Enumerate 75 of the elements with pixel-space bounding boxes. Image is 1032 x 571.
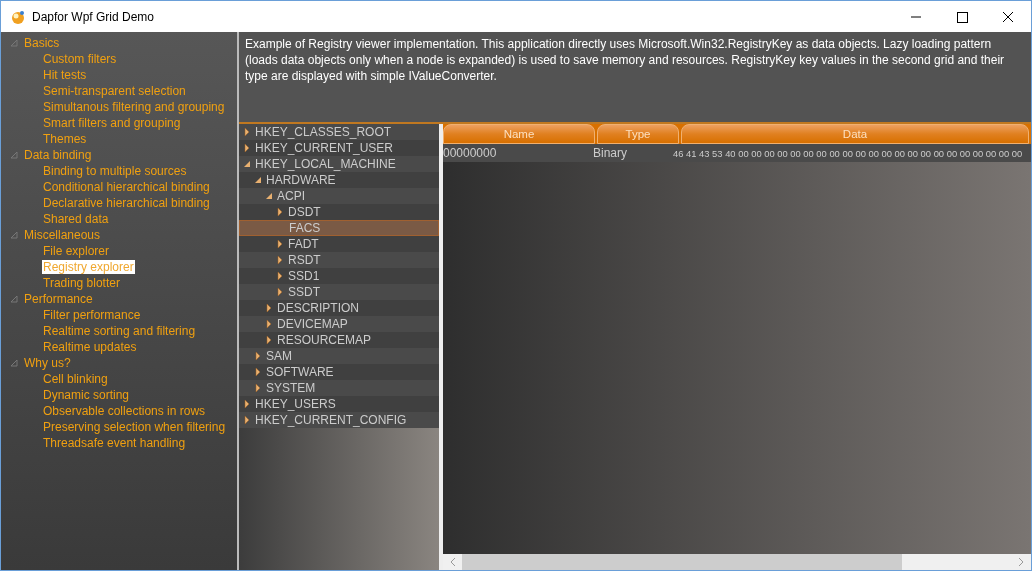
tree-row[interactable]: HKEY_USERS (239, 396, 439, 412)
nav-item[interactable]: Simultanous filtering and grouping (42, 100, 226, 114)
nav-item[interactable]: Custom filters (42, 52, 118, 66)
tree-row[interactable]: HKEY_CURRENT_USER (239, 140, 439, 156)
collapsed-triangle-icon[interactable] (243, 400, 251, 408)
scrollbar-thumb[interactable] (462, 554, 902, 570)
collapsed-triangle-icon[interactable] (243, 128, 251, 136)
nav-item[interactable]: Trading blotter (42, 276, 121, 290)
tree-row[interactable]: FADT (239, 236, 439, 252)
nav-item[interactable]: Hit tests (42, 68, 88, 82)
nav-item[interactable]: Preserving selection when filtering (42, 420, 227, 434)
tree-row[interactable]: RSDT (239, 252, 439, 268)
app-logo-icon (10, 8, 26, 25)
table-cell-text: Binary (593, 146, 628, 160)
nav-item[interactable]: Observable collections in rows (42, 404, 207, 418)
horizontal-scrollbar[interactable] (443, 554, 1031, 570)
window-title: Dapfor Wpf Grid Demo (32, 9, 155, 24)
column-header[interactable]: Data (681, 124, 1029, 144)
tree-row[interactable]: DESCRIPTION (239, 300, 439, 316)
collapsed-triangle-icon[interactable] (265, 336, 273, 344)
collapsed-triangle-icon[interactable] (254, 352, 262, 360)
nav-item[interactable]: Conditional hierarchical binding (42, 180, 211, 194)
tree-row[interactable]: SSD1 (239, 268, 439, 284)
collapsed-triangle-icon[interactable] (276, 288, 284, 296)
column-header[interactable]: Type (597, 124, 679, 144)
nav-item[interactable]: Cell blinking (42, 372, 109, 386)
nav-item[interactable]: Shared data (42, 212, 110, 226)
collapsed-triangle-icon[interactable] (265, 304, 273, 312)
nav-item[interactable]: File explorer (42, 244, 111, 258)
tree-row[interactable]: HKEY_CLASSES_ROOT (239, 124, 439, 140)
nav-group[interactable]: Basics (24, 36, 60, 50)
collapsed-triangle-icon[interactable] (276, 240, 284, 248)
collapsed-triangle-icon[interactable] (254, 384, 262, 392)
collapsed-triangle-icon[interactable] (265, 320, 273, 328)
column-header[interactable]: Name (443, 124, 595, 144)
collapsed-triangle-icon[interactable] (276, 256, 284, 264)
nav-group[interactable]: Performance (24, 292, 93, 306)
nav-group[interactable]: Data binding (24, 148, 92, 162)
tree-row[interactable]: SOFTWARE (239, 364, 439, 380)
tree-row[interactable]: ACPI (239, 188, 439, 204)
expanded-triangle-icon[interactable] (243, 160, 251, 168)
scroll-right-icon[interactable] (1017, 557, 1025, 567)
scroll-left-icon[interactable] (449, 557, 457, 567)
table-cell-text: 46 41 43 53 40 00 00 00 00 00 00 00 00 00 00 00 00 00 00 00 00 00 00 00 00 00 00 (673, 147, 1024, 159)
tree-row[interactable]: RESOURCEMAP (239, 332, 439, 348)
nav-item[interactable]: Filter performance (42, 308, 142, 322)
collapsed-triangle-icon[interactable] (276, 272, 284, 280)
description-text: Example of Registry viewer implementation. This application directly uses Microsoft.Win32.RegistryKey as data objects. Lazy loading pattern (loads data objects only when a node is expanded) is used to save memory and resources. RegistryKey key values in the second grid and their type are displayed with simple IValueConverter. (245, 36, 1006, 84)
table-cell-text: 00000000 (443, 146, 498, 160)
nav-item[interactable]: Realtime sorting and filtering (42, 324, 197, 338)
tree-row[interactable]: SAM (239, 348, 439, 364)
tree-row[interactable]: FACS (239, 220, 439, 236)
nav-item[interactable]: Realtime updates (42, 340, 138, 354)
nav-item[interactable]: Semi-transparent selection (42, 84, 187, 98)
nav-item[interactable]: Themes (42, 132, 88, 146)
collapsed-triangle-icon[interactable] (276, 208, 284, 216)
tree-row[interactable]: DEVICEMAP (239, 316, 439, 332)
nav-item[interactable]: Threadsafe event handling (42, 436, 187, 450)
expanded-triangle-icon[interactable] (265, 192, 273, 200)
tree-row[interactable]: SSDT (239, 284, 439, 300)
nav-item[interactable]: Binding to multiple sources (42, 164, 188, 178)
tree-row[interactable]: HKEY_CURRENT_CONFIG (239, 412, 439, 428)
nav-group[interactable]: Miscellaneous (24, 228, 101, 242)
nav-item[interactable]: Smart filters and grouping (42, 116, 182, 130)
nav-group[interactable]: Why us? (24, 356, 71, 370)
collapsed-triangle-icon[interactable] (254, 368, 262, 376)
tree-row[interactable]: SYSTEM (239, 380, 439, 396)
collapsed-triangle-icon[interactable] (243, 144, 251, 152)
nav-item[interactable]: Declarative hierarchical binding (42, 196, 211, 210)
tree-row[interactable]: HARDWARE (239, 172, 439, 188)
tree-row[interactable]: HKEY_LOCAL_MACHINE (239, 156, 439, 172)
expanded-triangle-icon[interactable] (254, 176, 262, 184)
nav-item[interactable]: Dynamic sorting (42, 388, 131, 402)
collapsed-triangle-icon[interactable] (243, 416, 251, 424)
tree-row[interactable]: DSDT (239, 204, 439, 220)
